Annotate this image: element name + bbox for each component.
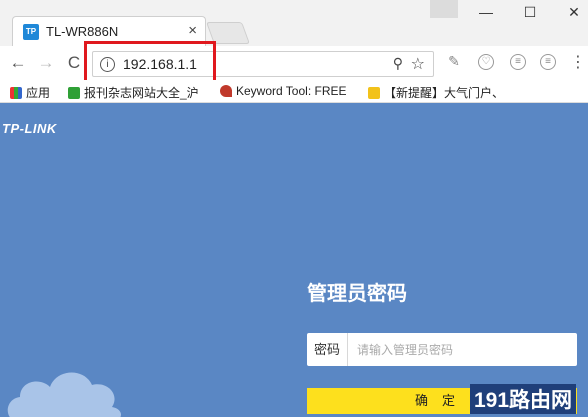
minimize-button[interactable]: — [474, 4, 498, 20]
tab-strip: TP TL-WR886N × — ☐ ✕ [0, 0, 588, 46]
router-login-page: TP-LINK 管理员密码 密码 确定 [0, 103, 588, 417]
refresh-site-icon [68, 87, 80, 99]
extension-icon[interactable]: ≡ [510, 54, 526, 70]
bookmarks-bar: 应用 报刊杂志网站大全_沪 Keyword Tool: FREE 【新提醒】大气… [0, 80, 588, 103]
trophy-icon [368, 87, 380, 99]
bookmark-item[interactable]: 【新提醒】大气门户、 [368, 84, 504, 101]
tab-close-icon[interactable]: × [188, 22, 197, 39]
watermark: 191路由网 [470, 384, 577, 414]
close-window-button[interactable]: ✕ [562, 4, 586, 21]
zoom-icon[interactable]: ⚲ [393, 55, 403, 72]
reload-button[interactable]: C [64, 53, 84, 73]
apps-grid-icon [10, 87, 22, 99]
bookmark-label: 【新提醒】大气门户、 [384, 86, 505, 100]
tp-link-logo: TP-LINK [2, 121, 57, 136]
tab-title: TL-WR886N [46, 24, 119, 39]
bookmark-star-icon[interactable]: ☆ [411, 54, 425, 74]
tp-link-favicon-icon: TP [23, 24, 39, 40]
bookmark-apps[interactable]: 应用 [10, 84, 50, 101]
flame-icon [220, 85, 232, 97]
page-title: 管理员密码 [307, 283, 407, 305]
shield-extension-icon[interactable]: ♡ [478, 54, 494, 70]
bookmark-item[interactable]: 报刊杂志网站大全_沪 [68, 84, 199, 101]
extension-icon[interactable]: ≡ [540, 54, 556, 70]
password-label: 密码 [307, 333, 348, 366]
forward-button[interactable]: → [36, 53, 56, 73]
bookmark-label: Keyword Tool: FREE [236, 84, 347, 98]
maximize-button[interactable]: ☐ [518, 4, 542, 21]
password-input[interactable] [351, 333, 571, 366]
bookmark-label: 报刊杂志网站大全_沪 [84, 86, 199, 100]
profile-button[interactable] [430, 0, 458, 18]
password-row: 密码 [307, 333, 577, 366]
cloud-icon [7, 372, 121, 417]
menu-icon[interactable]: ⋮ [570, 52, 586, 72]
bookmark-item[interactable]: Keyword Tool: FREE [220, 84, 347, 98]
back-button[interactable]: ← [8, 53, 28, 73]
url-highlight-box [84, 41, 216, 83]
extension-icon[interactable]: ✎ [446, 54, 462, 70]
bookmark-label: 应用 [26, 86, 51, 100]
